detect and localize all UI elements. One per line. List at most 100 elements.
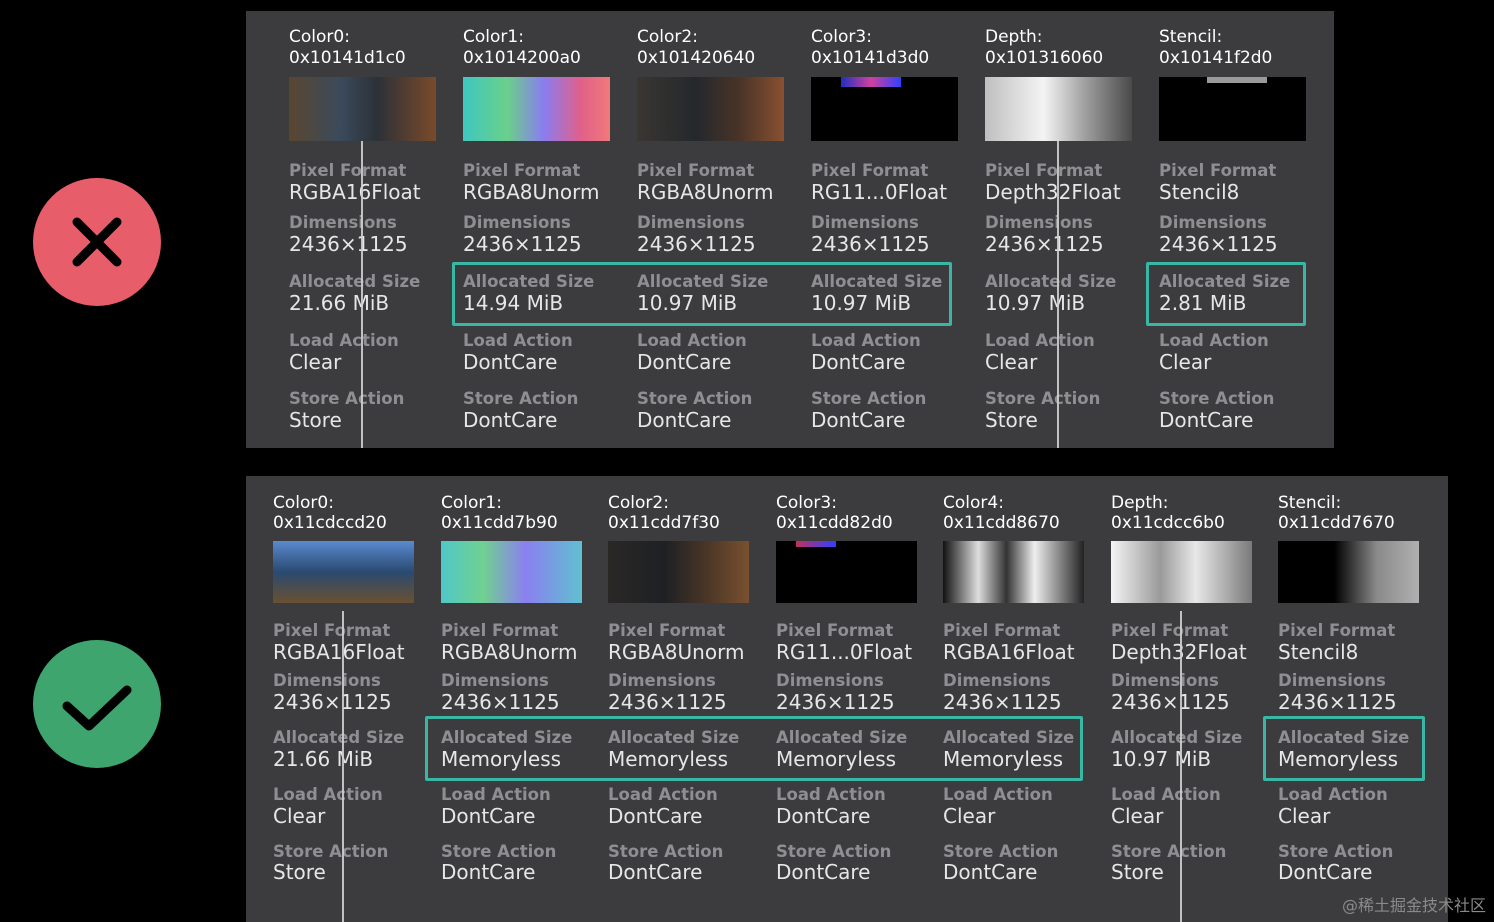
load-action-value: Clear bbox=[289, 350, 342, 374]
attachment-color0: Color0: 0x10141d1c0 Pixel Format RGBA16F… bbox=[289, 11, 449, 448]
dimensions-label: Dimensions bbox=[985, 213, 1093, 232]
highlight-allocated-size-stencil bbox=[1146, 262, 1306, 326]
texture-thumbnail[interactable] bbox=[985, 77, 1132, 141]
texture-thumbnail[interactable] bbox=[1278, 541, 1419, 603]
load-action-label: Load Action bbox=[776, 785, 886, 804]
attachment-address: 0x11cdd7b90 bbox=[441, 513, 558, 533]
load-action-label: Load Action bbox=[943, 785, 1053, 804]
pixel-format-value: RGBA8Unorm bbox=[441, 640, 578, 664]
attachment-address: 0x11cdd7670 bbox=[1278, 513, 1395, 533]
attachment-color3: Color3: 0x10141d3d0 Pixel Format RG11...… bbox=[811, 11, 971, 448]
load-action-value: Clear bbox=[985, 350, 1038, 374]
texture-thumbnail[interactable] bbox=[811, 77, 958, 141]
load-action-value: DontCare bbox=[608, 804, 703, 828]
store-action-label: Store Action bbox=[1111, 842, 1227, 861]
attachment-name: Stencil: bbox=[1159, 27, 1223, 47]
load-action-value: Clear bbox=[273, 804, 326, 828]
check-icon bbox=[62, 685, 132, 731]
highlight-allocated-size-colors bbox=[452, 262, 952, 326]
texture-thumbnail[interactable] bbox=[776, 541, 917, 603]
allocated-size-value: 21.66 MiB bbox=[289, 291, 390, 315]
attachment-address: 0x101420640 bbox=[637, 48, 756, 68]
attachment-address: 0x11cdd7f30 bbox=[608, 513, 720, 533]
texture-thumbnail[interactable] bbox=[273, 541, 414, 603]
highlight-allocated-size-colors bbox=[425, 716, 1083, 781]
cursor-line bbox=[361, 141, 363, 448]
pixel-format-value: Stencil8 bbox=[1159, 180, 1240, 204]
attachment-name: Stencil: bbox=[1278, 493, 1342, 513]
texture-thumbnail[interactable] bbox=[441, 541, 582, 603]
attachment-color0: Color0: 0x11cdccd20 Pixel Format RGBA16F… bbox=[273, 476, 433, 922]
store-action-value: DontCare bbox=[608, 860, 703, 884]
allocated-size-label: Allocated Size bbox=[273, 728, 405, 747]
pixel-format-label: Pixel Format bbox=[1278, 621, 1396, 640]
attachment-name: Color3: bbox=[776, 493, 837, 513]
store-action-label: Store Action bbox=[985, 389, 1101, 408]
pixel-format-value: RGBA16Float bbox=[273, 640, 405, 664]
attachment-color3: Color3: 0x11cdd82d0 Pixel Format RG11...… bbox=[776, 476, 936, 922]
store-action-value: Store bbox=[289, 408, 342, 432]
attachment-address: 0x11cdd8670 bbox=[943, 513, 1060, 533]
load-action-value: DontCare bbox=[776, 804, 871, 828]
texture-thumbnail[interactable] bbox=[637, 77, 784, 141]
store-action-value: DontCare bbox=[441, 860, 536, 884]
attachment-depth: Depth: 0x11cdcc6b0 Pixel Format Depth32F… bbox=[1111, 476, 1271, 922]
pixel-format-value: RGBA16Float bbox=[943, 640, 1075, 664]
attachment-color2: Color2: 0x101420640 Pixel Format RGBA8Un… bbox=[637, 11, 797, 448]
dimensions-label: Dimensions bbox=[1111, 671, 1219, 690]
attachment-name: Color2: bbox=[637, 27, 698, 47]
cursor-line bbox=[342, 611, 344, 922]
pixel-format-label: Pixel Format bbox=[637, 161, 755, 180]
dimensions-value: 2436×1125 bbox=[985, 232, 1104, 256]
dimensions-value: 2436×1125 bbox=[273, 690, 392, 714]
attachment-address: 0x101316060 bbox=[985, 48, 1104, 68]
pixel-format-label: Pixel Format bbox=[985, 161, 1103, 180]
dimensions-label: Dimensions bbox=[273, 671, 381, 690]
texture-thumbnail[interactable] bbox=[608, 541, 749, 603]
load-action-value: Clear bbox=[1111, 804, 1164, 828]
attachment-depth: Depth: 0x101316060 Pixel Format Depth32F… bbox=[985, 11, 1145, 448]
store-action-value: DontCare bbox=[811, 408, 906, 432]
store-action-label: Store Action bbox=[463, 389, 579, 408]
highlight-allocated-size-stencil bbox=[1263, 716, 1425, 781]
store-action-value: DontCare bbox=[463, 408, 558, 432]
store-action-value: Store bbox=[273, 860, 326, 884]
store-action-value: DontCare bbox=[637, 408, 732, 432]
store-action-label: Store Action bbox=[776, 842, 892, 861]
pixel-format-value: RGBA8Unorm bbox=[463, 180, 600, 204]
dimensions-label: Dimensions bbox=[1159, 213, 1267, 232]
pixel-format-label: Pixel Format bbox=[776, 621, 894, 640]
texture-thumbnail[interactable] bbox=[943, 541, 1084, 603]
texture-thumbnail[interactable] bbox=[289, 77, 436, 141]
attachments-panel-after: Color0: 0x11cdccd20 Pixel Format RGBA16F… bbox=[246, 476, 1448, 922]
texture-thumbnail[interactable] bbox=[1111, 541, 1252, 603]
store-action-label: Store Action bbox=[637, 389, 753, 408]
cursor-line bbox=[1180, 611, 1182, 922]
allocated-size-value: 10.97 MiB bbox=[985, 291, 1086, 315]
dimensions-label: Dimensions bbox=[811, 213, 919, 232]
attachment-color4: Color4: 0x11cdd8670 Pixel Format RGBA16F… bbox=[943, 476, 1103, 922]
pixel-format-value: Stencil8 bbox=[1278, 640, 1359, 664]
store-action-value: DontCare bbox=[1278, 860, 1373, 884]
store-action-label: Store Action bbox=[273, 842, 389, 861]
attachments-panel-before: Color0: 0x10141d1c0 Pixel Format RGBA16F… bbox=[246, 11, 1334, 448]
load-action-value: Clear bbox=[1278, 804, 1331, 828]
attachment-address: 0x10141d1c0 bbox=[289, 48, 406, 68]
load-action-value: DontCare bbox=[811, 350, 906, 374]
load-action-label: Load Action bbox=[811, 331, 921, 350]
dimensions-label: Dimensions bbox=[637, 213, 745, 232]
pixel-format-label: Pixel Format bbox=[273, 621, 391, 640]
store-action-label: Store Action bbox=[1278, 842, 1394, 861]
pixel-format-label: Pixel Format bbox=[608, 621, 726, 640]
texture-thumbnail[interactable] bbox=[463, 77, 610, 141]
dimensions-value: 2436×1125 bbox=[463, 232, 582, 256]
pixel-format-value: RG11...0Float bbox=[776, 640, 913, 664]
dimensions-label: Dimensions bbox=[776, 671, 884, 690]
attachment-name: Color1: bbox=[441, 493, 502, 513]
dimensions-value: 2436×1125 bbox=[776, 690, 895, 714]
texture-thumbnail[interactable] bbox=[1159, 77, 1306, 141]
store-action-value: DontCare bbox=[943, 860, 1038, 884]
attachment-color1: Color1: 0x11cdd7b90 Pixel Format RGBA8Un… bbox=[441, 476, 601, 922]
attachment-address: 0x11cdccd20 bbox=[273, 513, 387, 533]
pass-badge bbox=[33, 640, 161, 768]
